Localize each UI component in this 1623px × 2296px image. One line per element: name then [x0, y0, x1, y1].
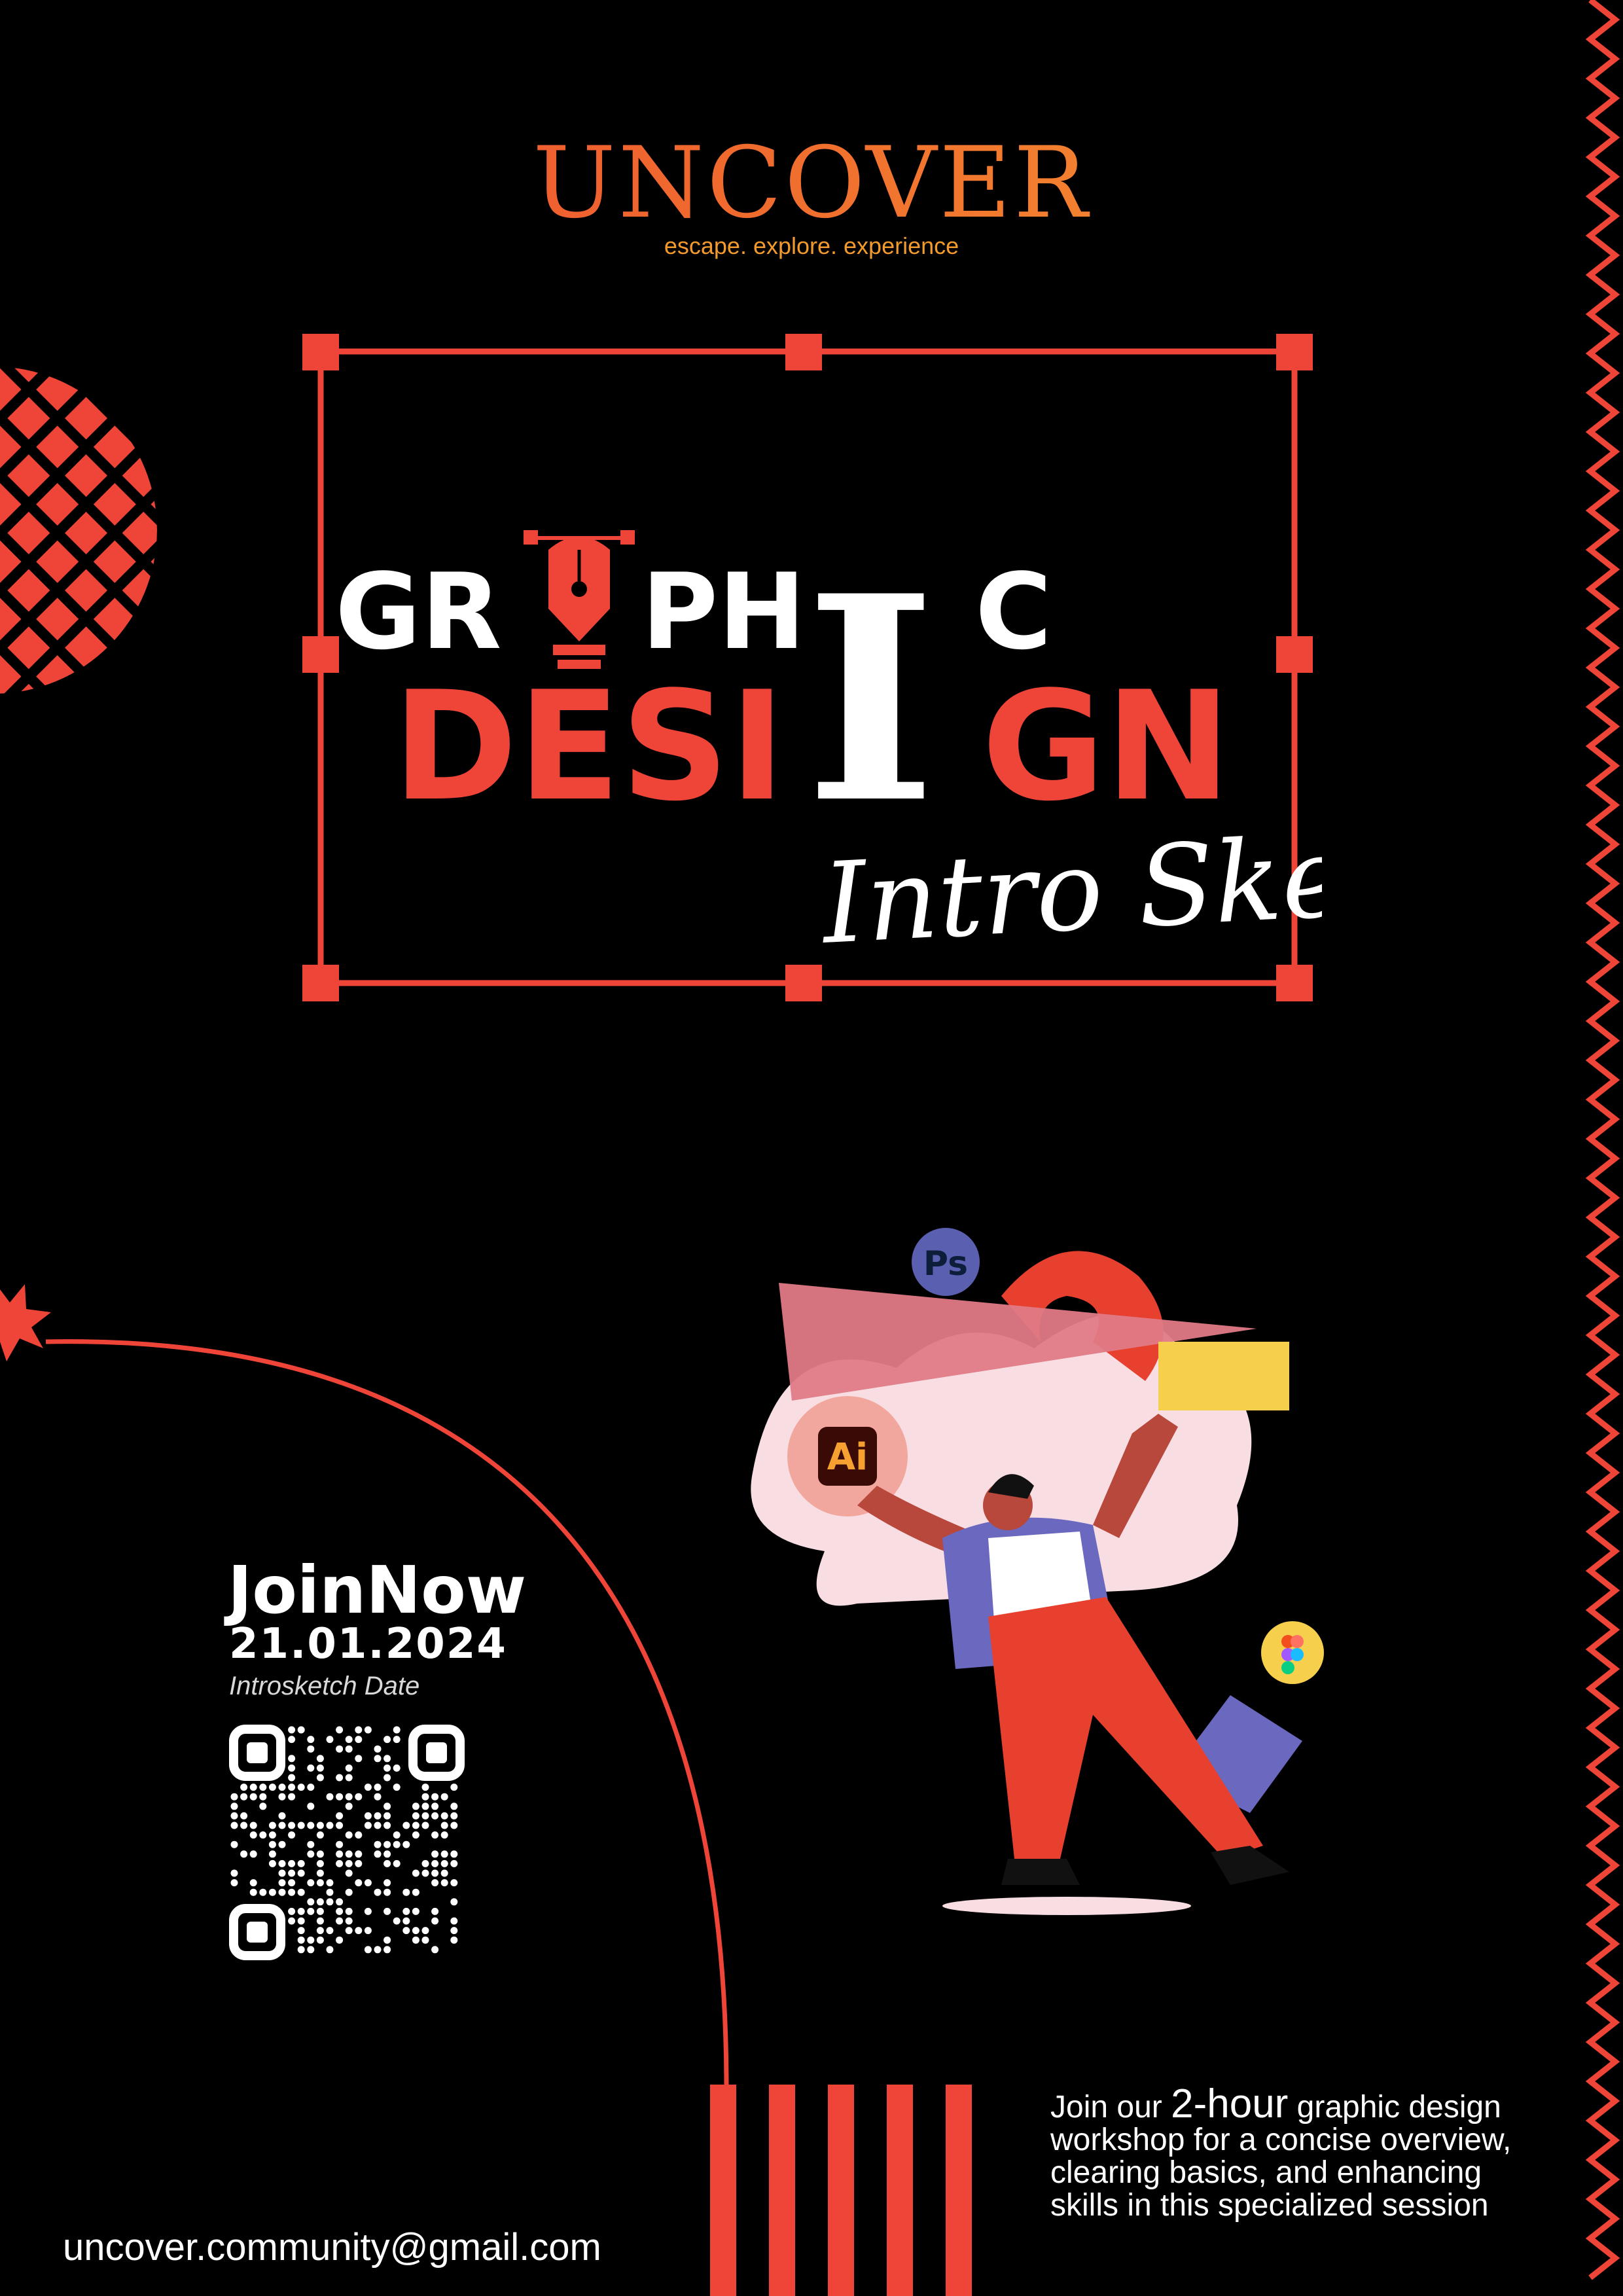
brand-tagline: escape. explore. experience [664, 232, 959, 259]
description-text-start: Join our [1050, 2090, 1171, 2125]
designer-illustration: Ps Ai [751, 1228, 1324, 1915]
title-big-letter: I [805, 535, 936, 865]
contact-email[interactable]: uncover.community@gmail.com [63, 2225, 601, 2269]
title-line1-end: C [975, 550, 1052, 673]
title-line1-middle: PH [641, 550, 806, 673]
zigzag-border-decoration [1585, 0, 1620, 2280]
event-date: 21.01.2024 [229, 1620, 507, 1668]
title-graphic-design: GR PH C I DESI GN Intro Sketch [335, 530, 1322, 969]
title-line2-end: GN [982, 660, 1231, 834]
description-duration: 2-hour [1171, 2081, 1289, 2126]
photoshop-icon: Ps [923, 1244, 968, 1283]
splash-decoration [0, 1284, 51, 1361]
title-line1-start: GR [335, 550, 502, 673]
brand-logo: UNCOVER [0, 134, 1623, 232]
event-date-caption: Introsketch Date [229, 1672, 420, 1700]
workshop-description: Join our 2-hour graphic design workshop … [1050, 2084, 1522, 2222]
illustrator-icon: Ai [827, 1436, 868, 1479]
qr-code[interactable] [229, 1725, 465, 1960]
lattice-circle-decoration [0, 367, 157, 694]
title-line2-start: DESI [393, 660, 785, 834]
pen-tool-icon [524, 530, 635, 669]
stripes-decoration [710, 2085, 972, 2296]
join-now-heading: JoinNow [228, 1552, 527, 1628]
